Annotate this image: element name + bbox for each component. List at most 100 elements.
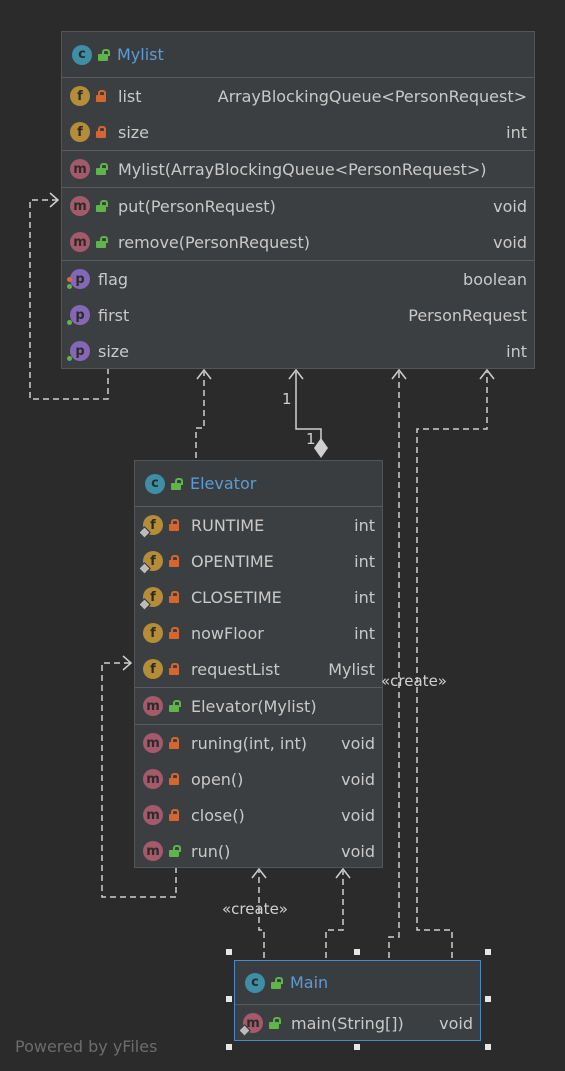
property-icon: p bbox=[67, 341, 90, 361]
member-type: int bbox=[354, 623, 375, 643]
field-row[interactable]: f OPENTIME int bbox=[135, 543, 382, 579]
public-icon bbox=[96, 163, 108, 175]
private-icon bbox=[169, 773, 179, 785]
member-type: int bbox=[506, 341, 527, 361]
class-header: c Elevator bbox=[135, 461, 382, 507]
method-icon: m bbox=[143, 769, 163, 789]
property-row[interactable]: p flag boolean bbox=[62, 261, 534, 297]
class-icon: c bbox=[245, 972, 265, 993]
member-type: void bbox=[341, 841, 375, 861]
private-icon bbox=[169, 809, 179, 821]
property-icon: p bbox=[67, 305, 90, 325]
resize-handle[interactable] bbox=[226, 949, 232, 955]
member-name: flag bbox=[98, 269, 129, 289]
constructor-row[interactable]: m Elevator(Mylist) bbox=[135, 688, 382, 724]
constructors-section: m Mylist(ArrayBlockingQueue<PersonReques… bbox=[62, 151, 534, 188]
create-stereotype-label: «create» bbox=[222, 900, 288, 918]
constructors-section: m Elevator(Mylist) bbox=[135, 688, 382, 725]
member-name: nowFloor bbox=[191, 623, 264, 643]
class-main[interactable]: c Main m main(String[]) void bbox=[234, 960, 481, 1041]
member-name: runing(int, int) bbox=[191, 733, 307, 753]
resize-handle[interactable] bbox=[485, 996, 491, 1002]
public-icon bbox=[269, 1017, 281, 1029]
member-type: boolean bbox=[463, 269, 527, 289]
property-row[interactable]: p first PersonRequest bbox=[62, 297, 534, 333]
field-row[interactable]: f requestList Mylist bbox=[135, 651, 382, 687]
public-icon bbox=[98, 48, 110, 61]
field-row[interactable]: f CLOSETIME int bbox=[135, 579, 382, 615]
member-type: void bbox=[439, 1013, 473, 1033]
method-row[interactable]: m close() void bbox=[135, 797, 382, 833]
private-icon bbox=[169, 591, 179, 603]
private-icon bbox=[169, 663, 179, 675]
field-row[interactable]: f size int bbox=[62, 114, 534, 150]
member-name: requestList bbox=[191, 659, 280, 679]
private-icon bbox=[169, 627, 179, 639]
method-row[interactable]: m remove(PersonRequest) void bbox=[62, 224, 534, 260]
constructor-row[interactable]: m Mylist(ArrayBlockingQueue<PersonReques… bbox=[62, 151, 534, 187]
field-icon: f bbox=[70, 122, 90, 142]
resize-handle[interactable] bbox=[226, 1044, 232, 1050]
method-row[interactable]: m run() void bbox=[135, 833, 382, 869]
property-row[interactable]: p size int bbox=[62, 333, 534, 369]
member-type: void bbox=[493, 232, 527, 252]
field-icon: f bbox=[70, 86, 90, 106]
multiplicity-label: 1 bbox=[282, 390, 292, 408]
member-type: int bbox=[354, 551, 375, 571]
member-type: Mylist bbox=[328, 659, 375, 679]
resize-handle[interactable] bbox=[485, 1044, 491, 1050]
method-row[interactable]: m put(PersonRequest) void bbox=[62, 188, 534, 224]
member-type: void bbox=[341, 733, 375, 753]
resize-handle[interactable] bbox=[354, 1044, 360, 1050]
method-row[interactable]: m main(String[]) void bbox=[235, 1005, 480, 1041]
member-name: Elevator(Mylist) bbox=[191, 696, 317, 716]
public-icon bbox=[169, 700, 181, 712]
member-type: void bbox=[341, 769, 375, 789]
multiplicity-label: 1 bbox=[306, 430, 316, 448]
class-icon: c bbox=[145, 473, 165, 494]
field-row[interactable]: f list ArrayBlockingQueue<PersonRequest> bbox=[62, 78, 534, 114]
class-name: Elevator bbox=[190, 474, 257, 493]
private-icon bbox=[169, 519, 179, 531]
public-icon bbox=[171, 477, 183, 490]
main-creates-mylist bbox=[388, 372, 400, 958]
method-row[interactable]: m runing(int, int) void bbox=[135, 725, 382, 761]
resize-handle[interactable] bbox=[354, 949, 360, 955]
member-name: list bbox=[118, 86, 142, 106]
field-row[interactable]: f nowFloor int bbox=[135, 615, 382, 651]
method-icon: m bbox=[143, 733, 163, 753]
method-icon: m bbox=[70, 232, 90, 252]
method-icon: m bbox=[143, 805, 163, 825]
field-icon: f bbox=[138, 551, 163, 575]
methods-section: m runing(int, int) void m open() void m … bbox=[135, 725, 382, 869]
member-name: run() bbox=[191, 841, 231, 861]
property-icon: p bbox=[67, 269, 90, 289]
member-type: int bbox=[354, 587, 375, 607]
public-icon bbox=[271, 976, 283, 989]
field-icon: f bbox=[138, 587, 163, 611]
class-header: c Main bbox=[235, 961, 480, 1005]
member-type: int bbox=[506, 122, 527, 142]
powered-by-footer: Powered by yFiles bbox=[15, 1037, 158, 1056]
method-icon: m bbox=[70, 159, 90, 179]
class-mylist[interactable]: c Mylist f list ArrayBlockingQueue<Perso… bbox=[61, 31, 535, 369]
private-icon bbox=[96, 90, 106, 102]
methods-section: m put(PersonRequest) void m remove(Perso… bbox=[62, 188, 534, 261]
elevator-to-mylist-dependency bbox=[195, 372, 205, 458]
methods-section: m main(String[]) void bbox=[235, 1005, 480, 1041]
member-type: ArrayBlockingQueue<PersonRequest> bbox=[217, 86, 527, 106]
resize-handle[interactable] bbox=[485, 949, 491, 955]
member-type: PersonRequest bbox=[408, 305, 527, 325]
private-icon bbox=[96, 126, 106, 138]
class-icon: c bbox=[72, 44, 92, 65]
member-name: close() bbox=[191, 805, 245, 825]
class-name: Mylist bbox=[117, 45, 164, 64]
method-row[interactable]: m open() void bbox=[135, 761, 382, 797]
resize-handle[interactable] bbox=[226, 996, 232, 1002]
properties-section: p flag boolean p first PersonRequest p s… bbox=[62, 261, 534, 369]
member-name: first bbox=[98, 305, 130, 325]
member-name: OPENTIME bbox=[191, 551, 274, 571]
class-elevator[interactable]: c Elevator f RUNTIME int f OPENTIME int … bbox=[134, 460, 383, 868]
class-name: Main bbox=[290, 973, 329, 992]
field-row[interactable]: f RUNTIME int bbox=[135, 507, 382, 543]
